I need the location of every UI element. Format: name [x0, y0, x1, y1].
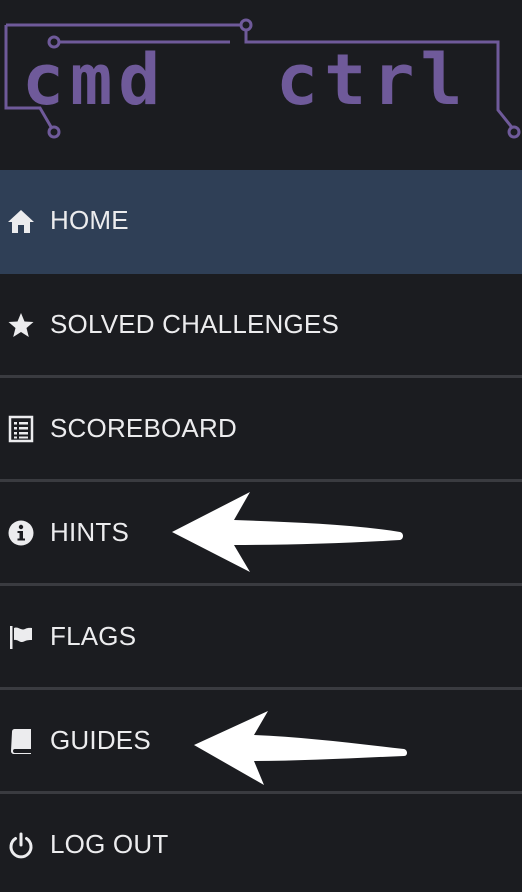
nav-label-flags: FLAGS: [50, 621, 137, 651]
cmd-ctrl-logo: cmd ctrl: [4, 18, 521, 139]
nav-label-scoreboard: SCOREBOARD: [50, 413, 237, 443]
nav-label-hints: HINTS: [50, 517, 129, 547]
sidebar: cmd ctrl HOME SOLVED CHALLENGES SCOREBOA…: [0, 0, 522, 892]
nav-item-scoreboard[interactable]: SCOREBOARD: [0, 378, 522, 482]
logo-text-right: ctrl: [276, 39, 469, 121]
power-icon: [6, 830, 36, 860]
nav-label-home: HOME: [50, 205, 129, 235]
nav-item-home[interactable]: HOME: [0, 170, 522, 274]
list-icon: [6, 414, 36, 444]
nav-item-log-out[interactable]: LOG OUT: [0, 794, 522, 892]
nav-label-guides: GUIDES: [50, 725, 151, 755]
nav-item-solved-challenges[interactable]: SOLVED CHALLENGES: [0, 274, 522, 378]
flag-icon: [6, 622, 36, 652]
book-icon: [6, 726, 36, 756]
nav-item-guides[interactable]: GUIDES: [0, 690, 522, 794]
logo[interactable]: cmd ctrl: [0, 0, 522, 170]
main-nav: HOME SOLVED CHALLENGES SCOREBOARD HINTS …: [0, 170, 522, 892]
nav-item-flags[interactable]: FLAGS: [0, 586, 522, 690]
star-icon: [6, 310, 36, 340]
logo-text-left: cmd: [22, 39, 166, 121]
nav-label-log-out: LOG OUT: [50, 829, 169, 859]
nav-item-hints[interactable]: HINTS: [0, 482, 522, 586]
home-icon: [6, 206, 36, 236]
info-icon: [6, 518, 36, 548]
nav-label-solved-challenges: SOLVED CHALLENGES: [50, 309, 340, 339]
